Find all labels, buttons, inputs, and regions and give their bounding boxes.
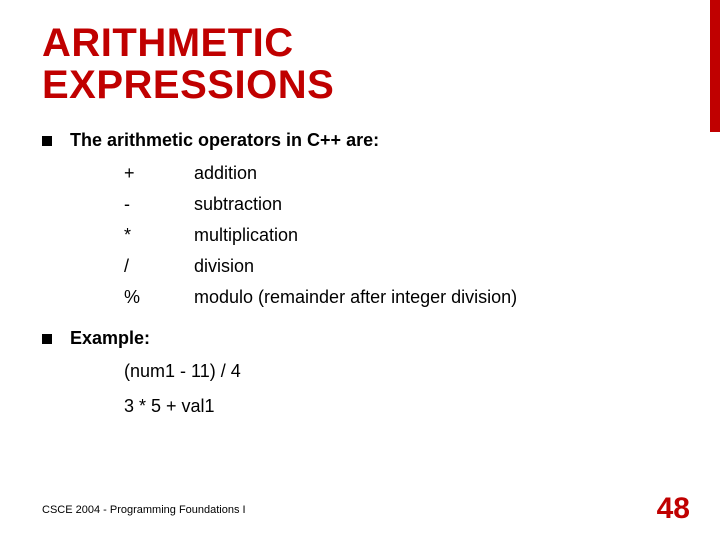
bullet-marker-icon xyxy=(42,334,52,344)
bullet-text: Example: xyxy=(70,328,150,349)
footer-course: CSCE 2004 - Programming Foundations I xyxy=(42,504,246,516)
bullet-marker-icon xyxy=(42,136,52,146)
bullet-example-heading: Example: xyxy=(42,328,678,349)
title-line-1: ARITHMETIC xyxy=(42,21,294,65)
operator-row: * multiplication xyxy=(124,225,678,246)
bullet-operators-intro: The arithmetic operators in C++ are: xyxy=(42,130,678,151)
slide-title: ARITHMETIC EXPRESSIONS xyxy=(42,22,678,106)
operator-symbol: / xyxy=(124,256,194,277)
page-number: 48 xyxy=(657,492,690,526)
operator-list: + addition - subtraction * multiplicatio… xyxy=(124,163,678,308)
operator-symbol: % xyxy=(124,287,194,308)
operator-name: division xyxy=(194,256,254,277)
operator-row: / division xyxy=(124,256,678,277)
operator-symbol: * xyxy=(124,225,194,246)
operator-symbol: - xyxy=(124,194,194,215)
operator-name: subtraction xyxy=(194,194,282,215)
example-expression: 3 * 5 + val1 xyxy=(124,396,678,417)
operator-symbol: + xyxy=(124,163,194,184)
operator-row: + addition xyxy=(124,163,678,184)
operator-row: - subtraction xyxy=(124,194,678,215)
operator-row: % modulo (remainder after integer divisi… xyxy=(124,287,678,308)
operator-name: multiplication xyxy=(194,225,298,246)
example-expression: (num1 - 11) / 4 xyxy=(124,361,678,382)
accent-bar xyxy=(710,0,720,132)
operator-name: modulo (remainder after integer division… xyxy=(194,287,517,308)
example-list: (num1 - 11) / 4 3 * 5 + val1 xyxy=(124,361,678,417)
slide: ARITHMETIC EXPRESSIONS The arithmetic op… xyxy=(0,0,720,540)
title-line-2: EXPRESSIONS xyxy=(42,63,334,107)
bullet-text: The arithmetic operators in C++ are: xyxy=(70,130,379,151)
operator-name: addition xyxy=(194,163,257,184)
